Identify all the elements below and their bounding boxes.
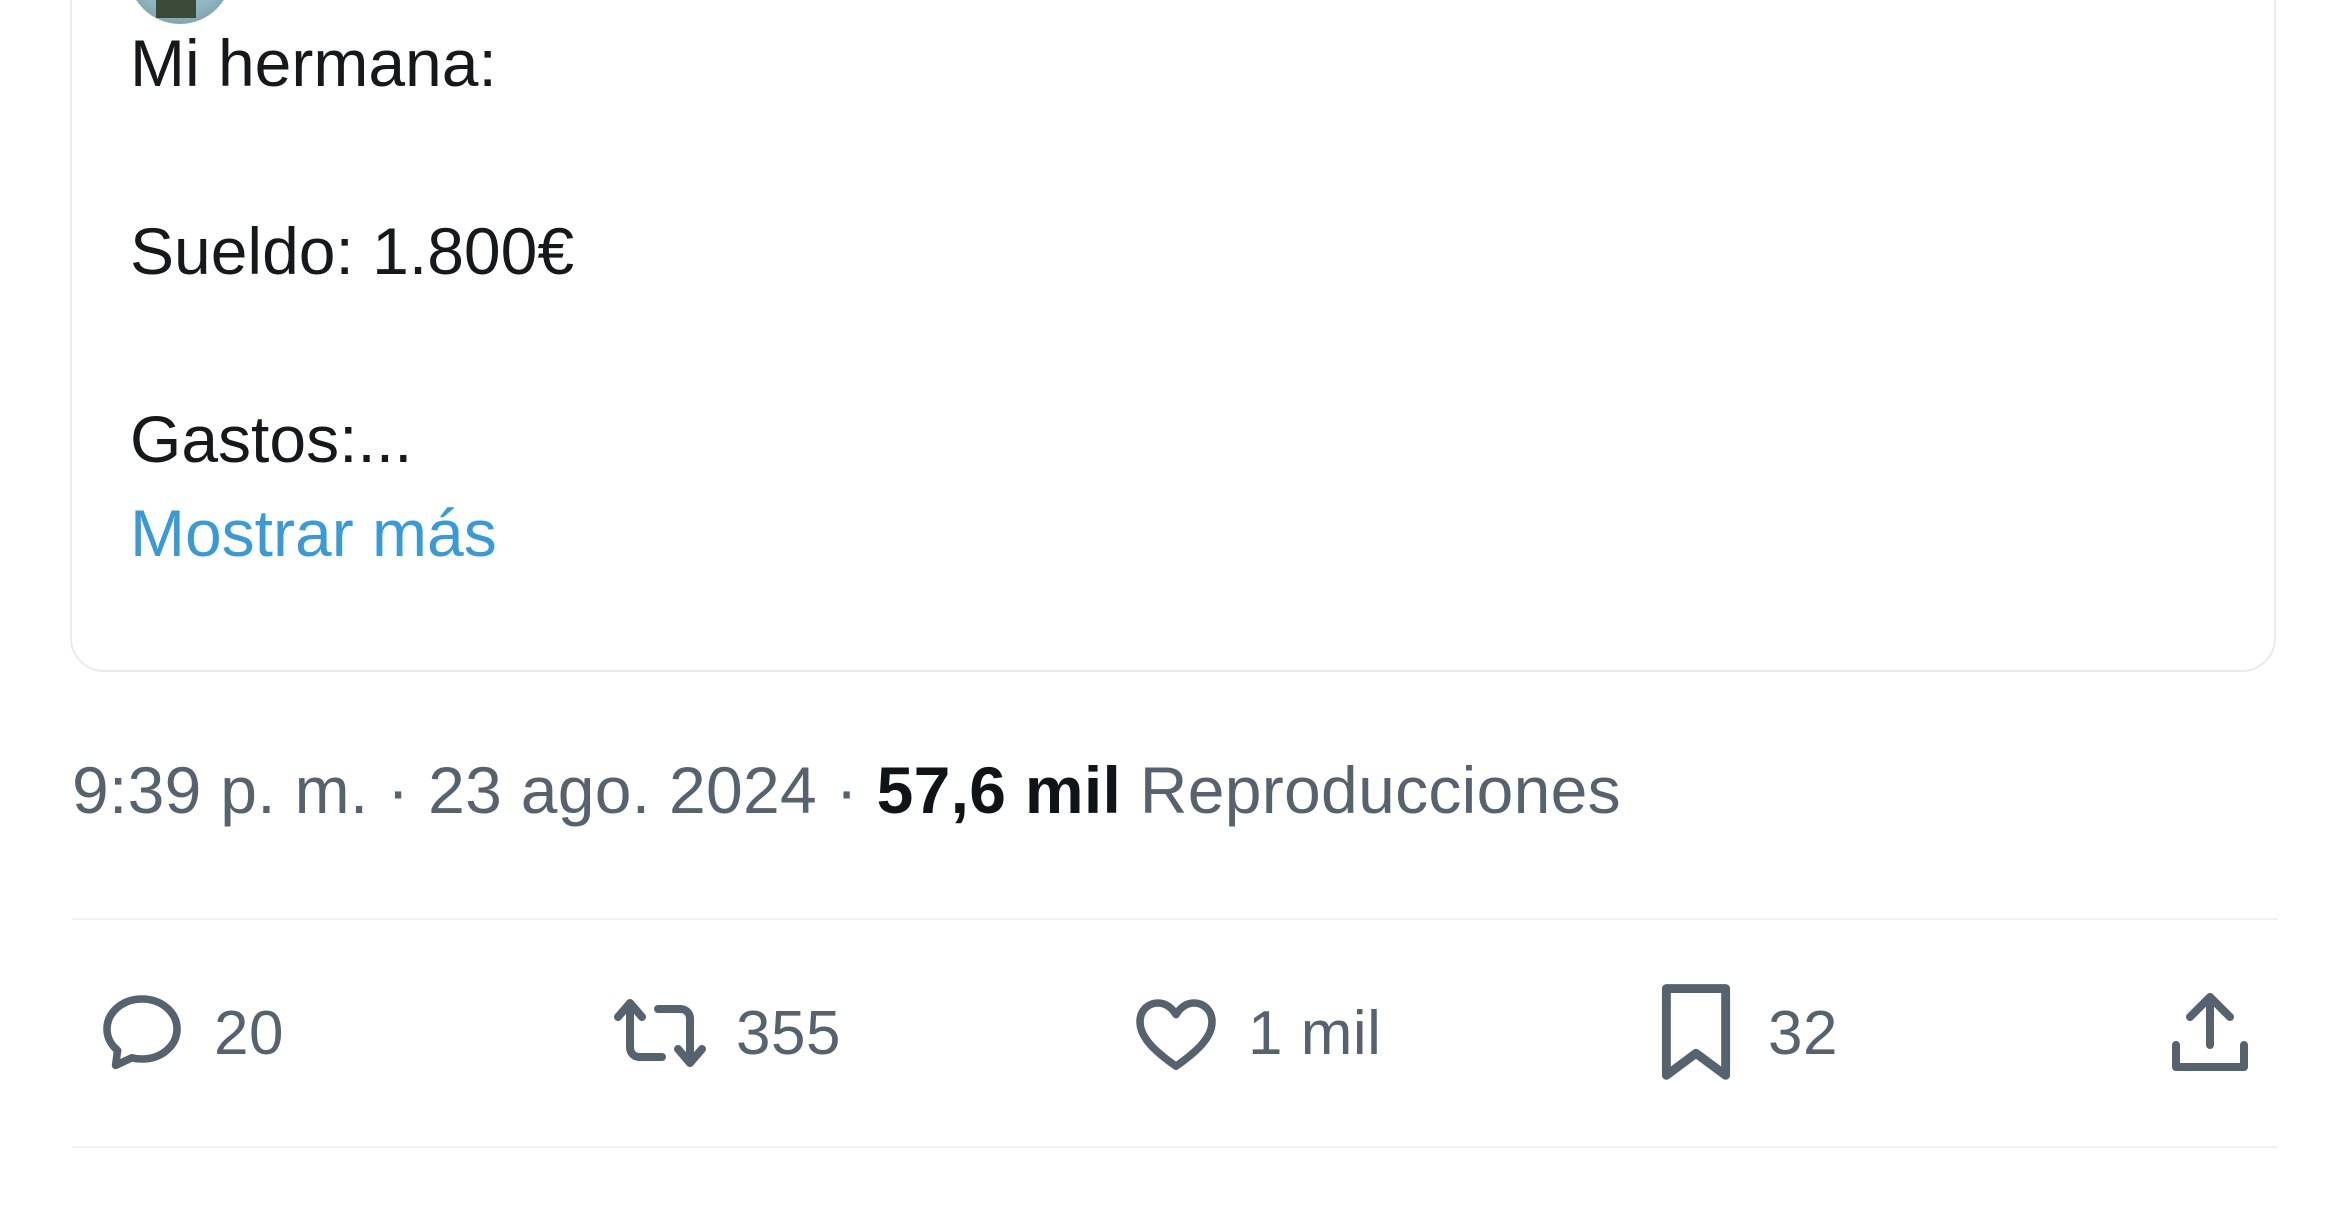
- quoted-tweet-line: Mi hermana:: [130, 26, 497, 100]
- views-count[interactable]: 57,6 mil: [877, 753, 1122, 827]
- bookmark-icon: [1661, 984, 1731, 1080]
- share-upload-icon: [2172, 993, 2248, 1071]
- quoted-tweet-card[interactable]: Mi hermana: Sueldo: 1.800€ Gastos:... Mo…: [70, 0, 2276, 672]
- action-bar: 20 355 1 mil 32: [72, 978, 2278, 1088]
- retweet-button[interactable]: 355: [608, 978, 841, 1088]
- quoted-tweet-blank-line: [130, 110, 574, 204]
- divider: [72, 918, 2278, 920]
- quoted-tweet-line: Gastos:...: [130, 402, 413, 476]
- bookmark-button[interactable]: 32: [1648, 978, 1838, 1088]
- meta-separator: ·: [835, 753, 858, 827]
- tweet-detail: Mi hermana: Sueldo: 1.800€ Gastos:... Mo…: [0, 0, 2350, 1230]
- reply-bubble-icon: [103, 995, 181, 1070]
- views-label[interactable]: Reproducciones: [1140, 753, 1621, 827]
- retweet-arrows-icon: [614, 999, 706, 1067]
- share-button[interactable]: [2162, 978, 2258, 1088]
- tweet-time[interactable]: 9:39 p. m.: [72, 753, 369, 827]
- reply-button[interactable]: 20: [94, 978, 284, 1088]
- quoted-tweet-blank-line: [130, 298, 574, 392]
- meta-separator: ·: [387, 753, 410, 827]
- tweet-meta: 9:39 p. m. · 23 ago. 2024 · 57,6 mil Rep…: [72, 752, 1621, 828]
- reply-count: 20: [214, 998, 284, 1068]
- like-button[interactable]: 1 mil: [1128, 978, 1381, 1088]
- show-more-link[interactable]: Mostrar más: [130, 486, 497, 580]
- tweet-date[interactable]: 23 ago. 2024: [428, 753, 817, 827]
- quoted-tweet-text: Mi hermana: Sueldo: 1.800€ Gastos:... Mo…: [130, 16, 574, 580]
- divider: [72, 1146, 2278, 1148]
- heart-icon: [1136, 999, 1216, 1070]
- retweet-count: 355: [736, 998, 841, 1068]
- like-count: 1 mil: [1248, 998, 1382, 1068]
- bookmark-count: 32: [1768, 998, 1838, 1068]
- quoted-tweet-line: Sueldo: 1.800€: [130, 214, 575, 288]
